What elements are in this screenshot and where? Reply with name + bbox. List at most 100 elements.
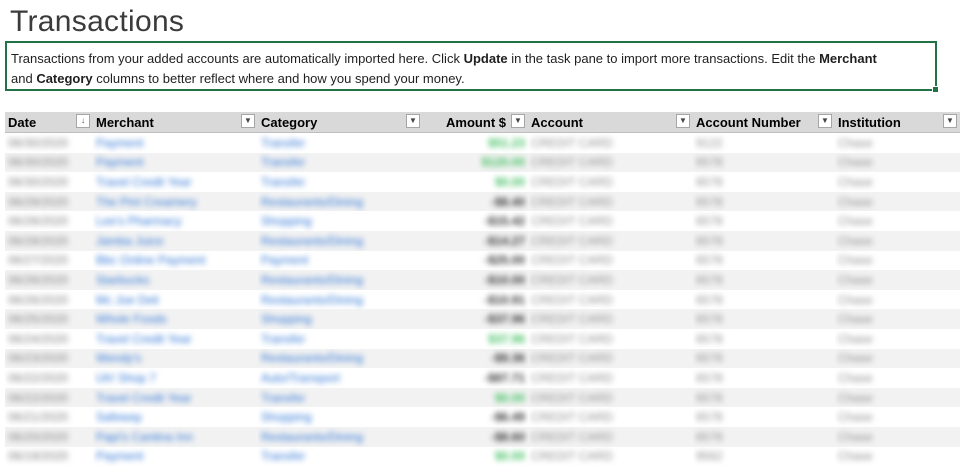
cell-institution[interactable]: Chase bbox=[835, 348, 960, 369]
filter-dropdown-icon[interactable]: ▼ bbox=[818, 114, 832, 128]
cell-merchant[interactable]: Payment bbox=[93, 133, 258, 153]
cell-institution[interactable]: Chase bbox=[835, 447, 960, 467]
cell-institution[interactable]: Chase bbox=[835, 270, 960, 290]
cell-institution[interactable]: Chase bbox=[835, 211, 960, 231]
cell-merchant[interactable]: Wendy's bbox=[93, 348, 258, 369]
cell-category[interactable]: Auto/Transport bbox=[258, 368, 423, 388]
cell-date[interactable]: 06/22/2020 bbox=[5, 368, 93, 388]
cell-institution[interactable]: Chase bbox=[835, 251, 960, 271]
cell-merchant[interactable]: Payment bbox=[93, 152, 258, 173]
cell-amount[interactable]: -$25.00 bbox=[423, 251, 528, 271]
cell-account-number[interactable]: 6578 bbox=[693, 270, 835, 290]
cell-merchant[interactable]: Jamba Juice bbox=[93, 230, 258, 251]
cell-amount[interactable]: -$8.40 bbox=[423, 191, 528, 212]
cell-date[interactable]: 06/30/2020 bbox=[5, 152, 93, 173]
cell-account-number[interactable]: 6578 bbox=[693, 426, 835, 447]
cell-category[interactable]: Shopping bbox=[258, 309, 423, 329]
cell-account[interactable]: CREDIT CARD bbox=[528, 348, 693, 369]
cell-amount[interactable]: $120.00 bbox=[423, 152, 528, 173]
cell-institution[interactable]: Chase bbox=[835, 191, 960, 212]
cell-amount[interactable]: $51.23 bbox=[423, 133, 528, 153]
header-account-number[interactable]: Account Number ▼ bbox=[693, 112, 835, 133]
cell-account[interactable]: CREDIT CARD bbox=[528, 191, 693, 212]
cell-amount[interactable]: -$10.91 bbox=[423, 290, 528, 310]
cell-amount[interactable]: -$87.71 bbox=[423, 368, 528, 388]
cell-institution[interactable]: Chase bbox=[835, 230, 960, 251]
header-category[interactable]: Category ▼ bbox=[258, 112, 423, 133]
cell-merchant[interactable]: Lee's Pharmacy bbox=[93, 211, 258, 231]
cell-account[interactable]: CREDIT CARD bbox=[528, 426, 693, 447]
cell-date[interactable]: 06/23/2020 bbox=[5, 348, 93, 369]
cell-category[interactable]: Restaurants/Dining bbox=[258, 290, 423, 310]
cell-account[interactable]: CREDIT CARD bbox=[528, 407, 693, 427]
cell-date[interactable]: 06/30/2020 bbox=[5, 133, 93, 153]
cell-date[interactable]: 06/22/2020 bbox=[5, 387, 93, 408]
cell-category[interactable]: Transfer bbox=[258, 387, 423, 408]
filter-dropdown-icon[interactable]: ▼ bbox=[676, 114, 690, 128]
cell-category[interactable]: Transfer bbox=[258, 133, 423, 153]
sort-descending-icon[interactable]: ↓ bbox=[76, 114, 90, 128]
cell-merchant[interactable]: Whole Foods bbox=[93, 309, 258, 329]
cell-date[interactable]: 06/19/2020 bbox=[5, 447, 93, 467]
cell-account-number[interactable]: 6578 bbox=[693, 211, 835, 231]
header-account[interactable]: Account ▼ bbox=[528, 112, 693, 133]
cell-date[interactable]: 06/27/2020 bbox=[5, 251, 93, 271]
cell-category[interactable]: Shopping bbox=[258, 407, 423, 427]
cell-institution[interactable]: Chase bbox=[835, 426, 960, 447]
cell-account[interactable]: CREDIT CARD bbox=[528, 368, 693, 388]
cell-account[interactable]: CREDIT CARD bbox=[528, 133, 693, 153]
cell-institution[interactable]: Chase bbox=[835, 329, 960, 349]
cell-account[interactable]: CREDIT CARD bbox=[528, 290, 693, 310]
cell-merchant[interactable]: Travel Credit Year bbox=[93, 329, 258, 349]
cell-account[interactable]: CREDIT CARD bbox=[528, 211, 693, 231]
cell-amount[interactable]: -$14.27 bbox=[423, 230, 528, 251]
cell-category[interactable]: Restaurants/Dining bbox=[258, 426, 423, 447]
cell-category[interactable]: Transfer bbox=[258, 152, 423, 173]
cell-account[interactable]: CREDIT CARD bbox=[528, 152, 693, 173]
filter-dropdown-icon[interactable]: ▼ bbox=[511, 114, 525, 128]
cell-merchant[interactable]: Safeway bbox=[93, 407, 258, 427]
cell-amount[interactable]: -$8.60 bbox=[423, 426, 528, 447]
filter-dropdown-icon[interactable]: ▼ bbox=[241, 114, 255, 128]
cell-amount[interactable]: -$37.96 bbox=[423, 309, 528, 329]
cell-merchant[interactable]: Bbc Online Payment bbox=[93, 251, 258, 271]
cell-category[interactable]: Shopping bbox=[258, 211, 423, 231]
cell-account-number[interactable]: 6578 bbox=[693, 387, 835, 408]
cell-category[interactable]: Payment bbox=[258, 251, 423, 271]
cell-institution[interactable]: Chase bbox=[835, 133, 960, 153]
cell-amount[interactable]: -$6.49 bbox=[423, 407, 528, 427]
filter-dropdown-icon[interactable]: ▼ bbox=[943, 114, 957, 128]
cell-amount[interactable]: $0.00 bbox=[423, 447, 528, 467]
filter-dropdown-icon[interactable]: ▼ bbox=[406, 114, 420, 128]
header-institution[interactable]: Institution ▼ bbox=[835, 112, 960, 133]
cell-amount[interactable]: -$10.00 bbox=[423, 270, 528, 290]
cell-account-number[interactable]: 6578 bbox=[693, 309, 835, 329]
cell-date[interactable]: 06/28/2020 bbox=[5, 211, 93, 231]
cell-account-number[interactable]: 9562 bbox=[693, 447, 835, 467]
textbox-resize-handle[interactable] bbox=[932, 86, 939, 93]
cell-date[interactable]: 06/26/2020 bbox=[5, 290, 93, 310]
cell-institution[interactable]: Chase bbox=[835, 172, 960, 192]
cell-account-number[interactable]: 6578 bbox=[693, 191, 835, 212]
cell-institution[interactable]: Chase bbox=[835, 368, 960, 388]
cell-institution[interactable]: Chase bbox=[835, 387, 960, 408]
cell-account-number[interactable]: 6578 bbox=[693, 368, 835, 388]
cell-account[interactable]: CREDIT CARD bbox=[528, 309, 693, 329]
cell-merchant[interactable]: Uh! Shop 7 bbox=[93, 368, 258, 388]
cell-account-number[interactable]: 6578 bbox=[693, 407, 835, 427]
cell-category[interactable]: Transfer bbox=[258, 447, 423, 467]
cell-date[interactable]: 06/28/2020 bbox=[5, 230, 93, 251]
cell-account-number[interactable]: 6578 bbox=[693, 290, 835, 310]
cell-merchant[interactable]: The Pint Creamery bbox=[93, 191, 258, 212]
cell-account-number[interactable]: 6578 bbox=[693, 172, 835, 192]
cell-institution[interactable]: Chase bbox=[835, 290, 960, 310]
cell-category[interactable]: Restaurants/Dining bbox=[258, 348, 423, 369]
cell-account[interactable]: CREDIT CARD bbox=[528, 230, 693, 251]
cell-account[interactable]: CREDIT CARD bbox=[528, 329, 693, 349]
header-merchant[interactable]: Merchant ▼ bbox=[93, 112, 258, 133]
cell-account[interactable]: CREDIT CARD bbox=[528, 387, 693, 408]
cell-merchant[interactable]: Mc Joe Deli bbox=[93, 290, 258, 310]
cell-category[interactable]: Restaurants/Dining bbox=[258, 191, 423, 212]
cell-institution[interactable]: Chase bbox=[835, 407, 960, 427]
cell-date[interactable]: 06/25/2020 bbox=[5, 309, 93, 329]
